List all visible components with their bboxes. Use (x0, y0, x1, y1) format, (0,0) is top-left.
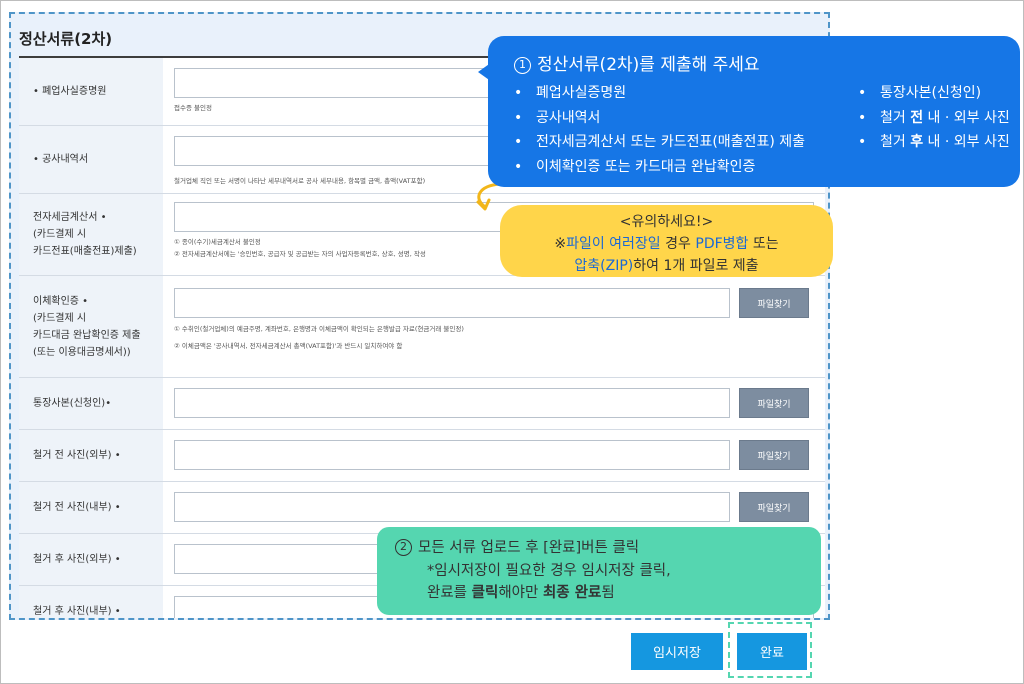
field-note: 접수증 불인정 (174, 104, 212, 112)
list-item: 통장사본(신청인) (858, 81, 1010, 106)
find-file-button[interactable]: 파일찾기 (739, 288, 809, 318)
field-label-line: (또는 이용대금명세서)) (33, 346, 131, 358)
field-note: ② 전자세금계산서에는 '승인번호, 공급자 및 공급받는 자의 사업자등록번호… (174, 250, 426, 258)
list-item: 철거 전 내 · 외부 사진 (858, 106, 1010, 131)
field-label-line: 철거 후 사진(내부) • (33, 606, 121, 617)
file-path-input[interactable] (174, 288, 730, 318)
field-label-line: • 공사내역서 (33, 154, 89, 165)
form-title: 정산서류(2차) (19, 30, 113, 48)
form-row: 철거 전 사진(외부) • 파일찾기 (19, 430, 825, 482)
callout-complete-instructions: 2 모든 서류 업로드 후 [완료]버튼 클릭 *임시저장이 필요한 경우 임시저… (377, 527, 821, 615)
list-item: 폐업사실증명원 (514, 81, 805, 106)
callout-caution: <유의하세요!> ※파일이 여러장일 경우 PDF병합 또는 압축(ZIP)하여… (500, 205, 833, 277)
temp-save-button[interactable]: 임시저장 (631, 633, 723, 670)
find-file-button[interactable]: 파일찾기 (739, 440, 809, 470)
file-path-input[interactable] (174, 492, 730, 522)
field-label-line: (카드결제 시 (33, 312, 87, 324)
list-item: 철거 후 내 · 외부 사진 (858, 130, 1010, 155)
field-label-line: 통장사본(신청인)• (33, 398, 112, 409)
field-label: 통장사본(신청인)• (19, 378, 163, 429)
form-row: 통장사본(신청인)• 파일찾기 (19, 378, 825, 430)
field-label: • 폐업사실증명원 (19, 58, 163, 125)
caution-title: <유의하세요!> (619, 214, 714, 230)
callout-heading-text: 정산서류(2차)를 제출해 주세요 (537, 55, 760, 75)
list-item: 공사내역서 (514, 106, 805, 131)
field-note: ② 이체금액은 '공사내역서, 전자세금계산서 총액(VAT포함)'과 반드시 … (174, 342, 403, 350)
required-mark: • (33, 154, 43, 165)
caution-line-3: 압축(ZIP)하여 1개 파일로 제출 (574, 258, 759, 274)
field-label-line: 이체확인증 • (33, 295, 89, 307)
field-label-line: 전자세금계산서 • (33, 212, 107, 223)
find-file-button[interactable]: 파일찾기 (739, 492, 809, 522)
complete-button[interactable]: 완료 (737, 633, 807, 670)
field-note: ① 수취인(철거업체)의 예금주명, 계좌번호, 은행명과 이체금액이 확인되는… (174, 325, 464, 333)
field-note: 철거업체 직인 또는 서명이 나타난 세부내역서로 공사 세부내용, 항목별 금… (174, 177, 426, 185)
list-item: 전자세금계산서 또는 카드전표(매출전표) 제출 (514, 130, 805, 155)
field-label-line: 카드전표(매출전표)제출) (33, 246, 137, 257)
required-docs-list-right: 통장사본(신청인) 철거 전 내 · 외부 사진 철거 후 내 · 외부 사진 (858, 81, 1010, 155)
file-path-input[interactable] (174, 388, 730, 418)
complete-line-2: *임시저장이 필요한 경우 임시저장 클릭, (427, 563, 671, 579)
form-row: 이체확인증 • (카드결제 시카드대금 완납확인증 제출 (또는 이용대금명세서))… (19, 276, 825, 378)
step-number-2: 2 (395, 539, 412, 556)
required-docs-list-left: 폐업사실증명원 공사내역서 전자세금계산서 또는 카드전표(매출전표) 제출 이… (514, 81, 805, 179)
callout-instructions: 1 정산서류(2차)를 제출해 주세요 폐업사실증명원 공사내역서 전자세금계산서… (488, 36, 1020, 187)
field-label: • 공사내역서 (19, 126, 163, 193)
field-label: 이체확인증 • (카드결제 시카드대금 완납확인증 제출 (또는 이용대금명세서)) (19, 276, 163, 377)
required-mark: • (33, 86, 43, 97)
field-label: 철거 후 사진(내부) • (19, 586, 163, 618)
complete-line-1: 2 모든 서류 업로드 후 [완료]버튼 클릭 (395, 537, 639, 560)
callout-heading: 1 정산서류(2차)를 제출해 주세요 (514, 50, 760, 75)
field-label-line: 카드대금 완납확인증 제출 (33, 329, 141, 341)
field-label: 철거 후 사진(외부) • (19, 534, 163, 585)
field-label-line: • 폐업사실증명원 (33, 86, 107, 97)
field-note: ① 종이(수기)세금계산서 불인정 (174, 238, 261, 246)
field-label: 철거 전 사진(외부) • (19, 430, 163, 481)
field-label: 전자세금계산서 • (카드결제 시카드전표(매출전표)제출) (19, 194, 163, 275)
field-label-line: 철거 전 사진(외부) • (33, 450, 121, 461)
field-label: 철거 전 사진(내부) • (19, 482, 163, 533)
caution-line-2: ※파일이 여러장일 경우 PDF병합 또는 (554, 236, 779, 252)
complete-line-3: 완료를 클릭해야만 최종 완료됨 (427, 585, 615, 601)
step-number-1: 1 (514, 57, 531, 74)
list-item: 이체확인증 또는 카드대금 완납확인증 (514, 155, 805, 180)
find-file-button[interactable]: 파일찾기 (739, 388, 809, 418)
field-label-line: 철거 후 사진(외부) • (33, 554, 121, 565)
field-label-line: (카드결제 시 (33, 229, 87, 240)
field-label-line: 철거 전 사진(내부) • (33, 502, 121, 513)
file-path-input[interactable] (174, 440, 730, 470)
